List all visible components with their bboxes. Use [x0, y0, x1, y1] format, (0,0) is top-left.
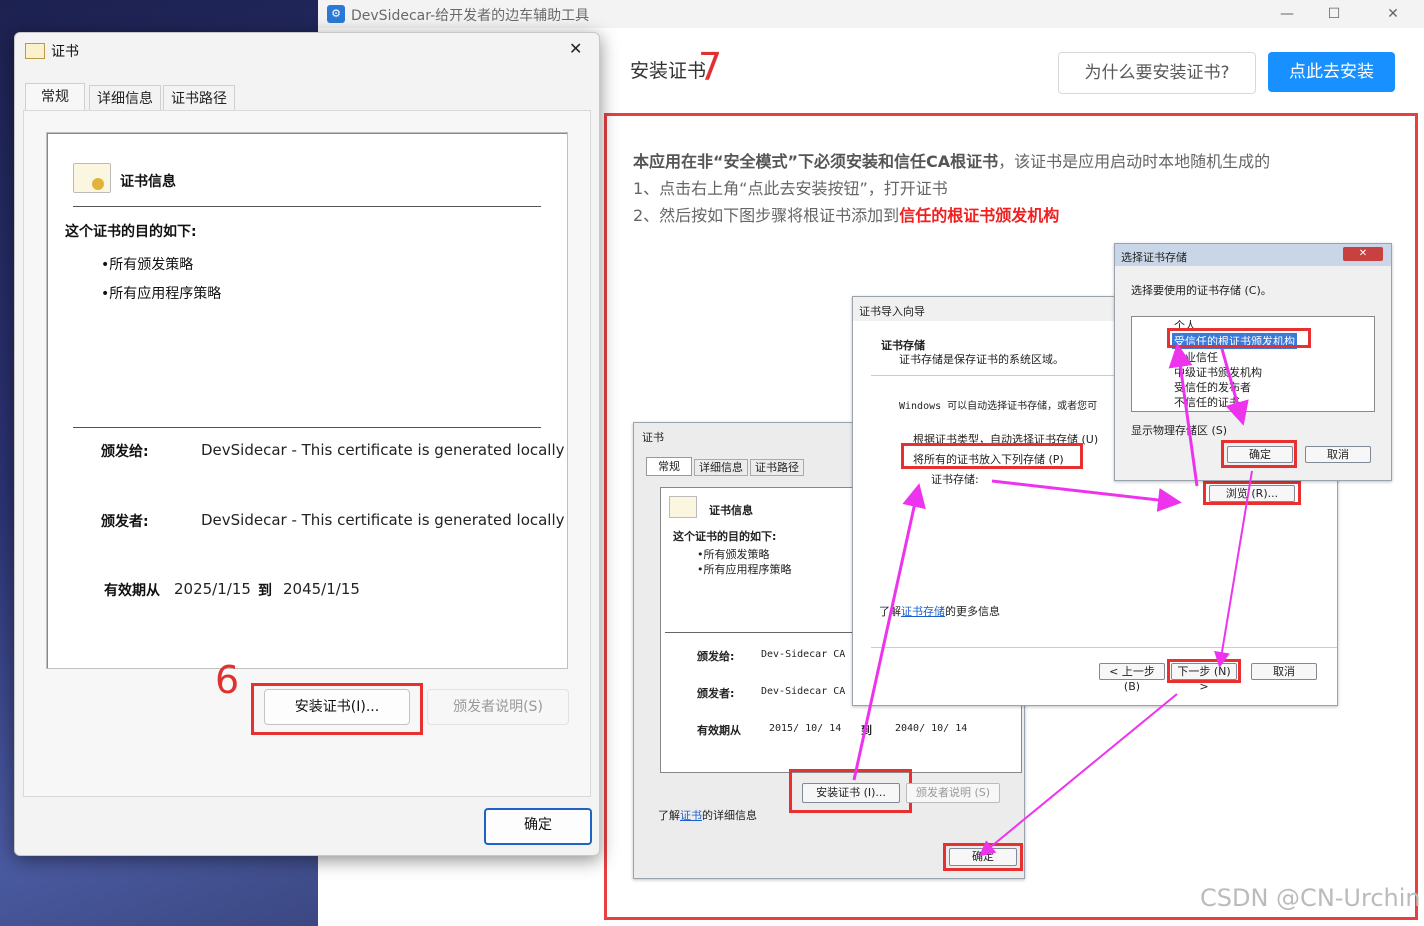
instruction-rest: ，该证书是应用启动时本地随机生成的 [998, 152, 1271, 171]
valid-to-label: 到 [258, 583, 272, 599]
install-cert-button[interactable]: 点此去安装 [1268, 52, 1395, 92]
maximize-button[interactable]: ☐ [1311, 0, 1357, 28]
certificate-icon [73, 163, 111, 193]
install-certificate-button[interactable]: 安装证书(I)... [264, 689, 410, 725]
issuer-statement-button[interactable]: 颁发者说明(S) [427, 689, 569, 725]
ok-button[interactable]: 确定 [484, 808, 592, 845]
arrow [1214, 470, 1253, 668]
arrow [1220, 348, 1249, 426]
divider [73, 206, 541, 207]
close-icon[interactable]: ✕ [569, 39, 582, 58]
instruction-line-1: 本应用在非“安全模式”下必须安装和信任CA根证书，该证书是应用启动时本地随机生成… [633, 148, 1270, 172]
tab-details[interactable]: 详细信息 [89, 85, 161, 112]
instruction-line-2: 1、点击右上角“点此去安装按钮”，打开证书 [633, 179, 948, 198]
step-annotation-7: 7 [698, 45, 723, 89]
page-title: 安装证书 [630, 60, 707, 82]
arrow-overlay [852, 343, 1253, 857]
guide-image: 证书 常规 详细信息 证书路径 证书信息 这个证书的目的如下: •所有颁发策略 … [622, 224, 1402, 884]
arrow [1168, 343, 1199, 487]
arrow [978, 693, 1178, 857]
content-panel: 本应用在非“安全模式”下必须安装和信任CA根证书，该证书是应用启动时本地随机生成… [604, 113, 1418, 920]
arrow [991, 479, 1182, 512]
tab-general[interactable]: 常规 [25, 83, 85, 112]
issued-to-label: 颁发给: [101, 444, 149, 460]
valid-from-label: 有效期从 [104, 583, 160, 599]
why-install-button[interactable]: 为什么要安装证书? [1058, 52, 1256, 94]
title-bar: ⚙ DevSidecar-给开发者的边车辅助工具 — ☐ ✕ [318, 0, 1424, 28]
instruction-line-3: 2、然后按如下图步骤将根证书添加到信任的根证书颁发机构 [633, 202, 1059, 226]
purpose-heading: 这个证书的目的如下: [65, 224, 197, 240]
certificate-dialog: 证书 ✕ 常规 详细信息 证书路径 证书信息 这个证书的目的如下: •所有颁发策… [14, 32, 600, 856]
close-button[interactable]: ✕ [1370, 0, 1416, 28]
valid-from-value: 2025/1/15 [174, 580, 251, 598]
issued-by-value: DevSidecar - This certificate is generat… [201, 511, 565, 529]
dialog-title: 证书 [51, 44, 79, 60]
issued-to-value: DevSidecar - This certificate is generat… [201, 441, 565, 459]
instruction-bold: 本应用在非“安全模式”下必须安装和信任CA根证书 [633, 152, 999, 171]
tab-cert-path[interactable]: 证书路径 [163, 85, 235, 112]
purpose-item: •所有颁发策略 [101, 257, 194, 273]
divider [73, 427, 541, 428]
instruction-highlight: 信任的根证书颁发机构 [899, 206, 1060, 225]
minimize-button[interactable]: — [1264, 0, 1310, 28]
app-logo-icon: ⚙ [327, 5, 345, 23]
window-title: DevSidecar-给开发者的边车辅助工具 [351, 8, 590, 24]
watermark: CSDN @CN-Urchin [1200, 884, 1421, 912]
cert-info-title: 证书信息 [120, 174, 176, 190]
instruction-prefix: 2、然后按如下图步骤将根证书添加到 [633, 206, 900, 225]
certificate-icon [25, 43, 45, 59]
cert-info-panel: 证书信息 这个证书的目的如下: •所有颁发策略 •所有应用程序策略 颁发给: D… [46, 132, 568, 669]
issued-by-label: 颁发者: [101, 514, 149, 530]
step-annotation-6: 6 [215, 658, 240, 702]
valid-to-value: 2045/1/15 [283, 580, 360, 598]
purpose-item: •所有应用程序策略 [101, 286, 222, 302]
arrow [852, 483, 926, 781]
